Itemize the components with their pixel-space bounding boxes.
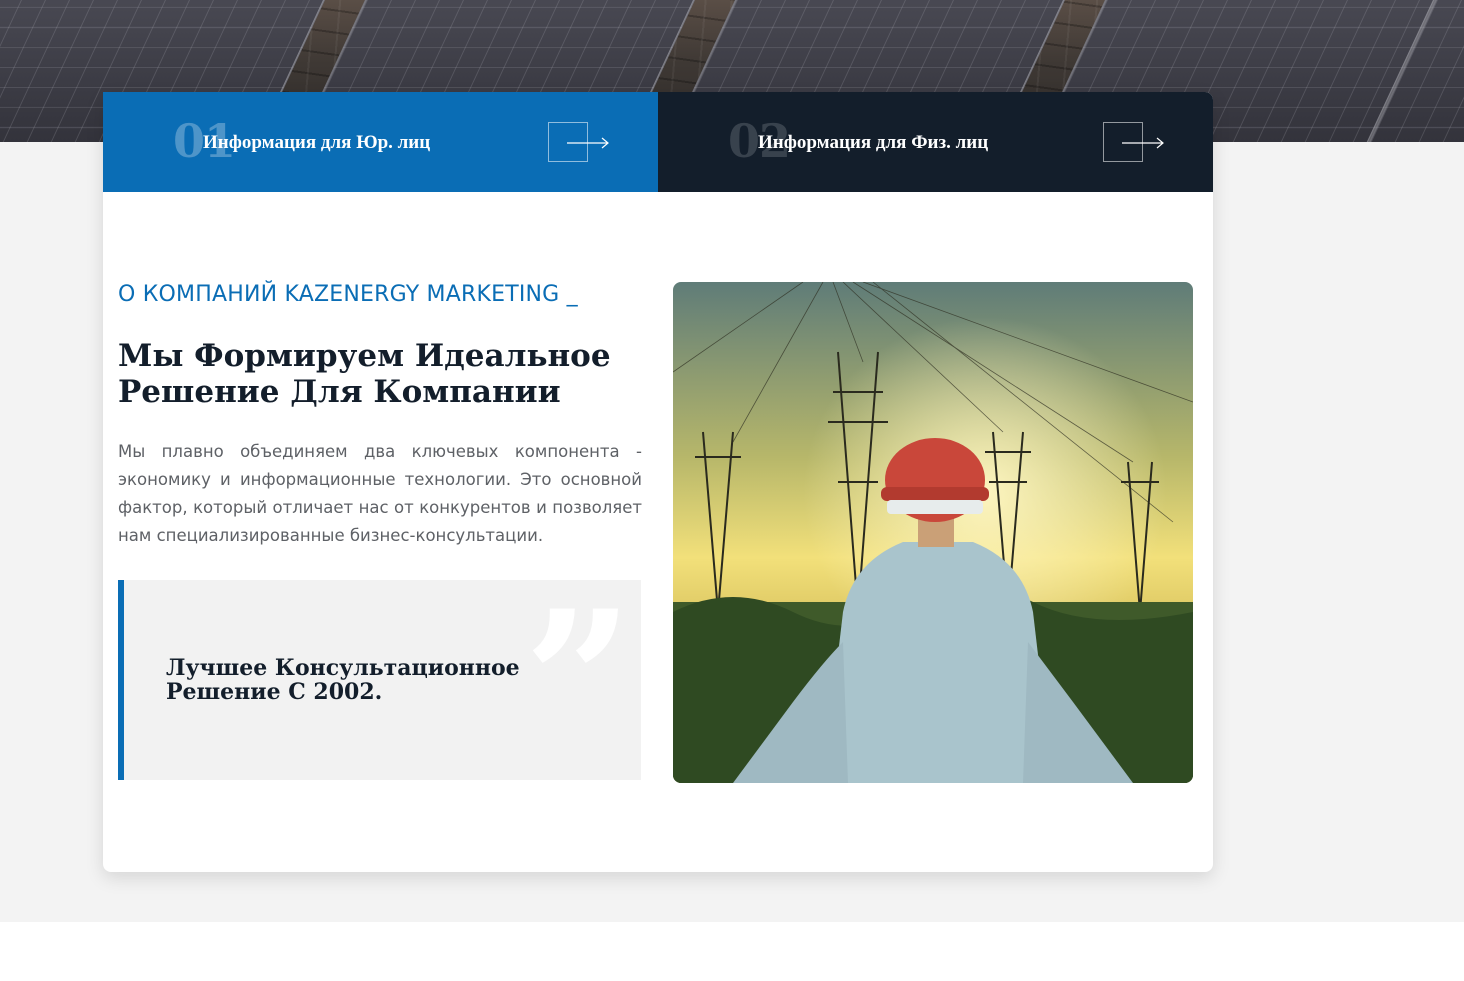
arrow-right-icon[interactable] bbox=[548, 122, 609, 162]
section-headline: Мы Формируем Идеальное Решение Для Компа… bbox=[118, 338, 611, 410]
section-paragraph: Мы плавно объединяем два ключевых компон… bbox=[118, 442, 642, 545]
tab-label[interactable]: Информация для Физ. лиц bbox=[758, 132, 988, 154]
quote-block: ” Лучшее Консультационное Решение С 2002… bbox=[118, 580, 641, 780]
about-card: 01 Информация для Юр. лиц 02 Информация … bbox=[103, 92, 1213, 872]
tab-individuals[interactable]: 02 Информация для Физ. лиц bbox=[658, 92, 1213, 192]
info-tabs: 01 Информация для Юр. лиц 02 Информация … bbox=[103, 92, 1213, 192]
section-subtitle: О КОМПАНИЙ KAZENERGY MARKETING _ bbox=[118, 282, 578, 307]
quote-text: Лучшее Консультационное Решение С 2002. bbox=[166, 655, 520, 705]
quote-icon: ” bbox=[523, 569, 633, 792]
engineer-photo bbox=[673, 282, 1193, 783]
tab-legal-entities[interactable]: 01 Информация для Юр. лиц bbox=[103, 92, 658, 192]
arrow-right-icon[interactable] bbox=[1103, 122, 1164, 162]
tab-label[interactable]: Информация для Юр. лиц bbox=[203, 132, 430, 154]
